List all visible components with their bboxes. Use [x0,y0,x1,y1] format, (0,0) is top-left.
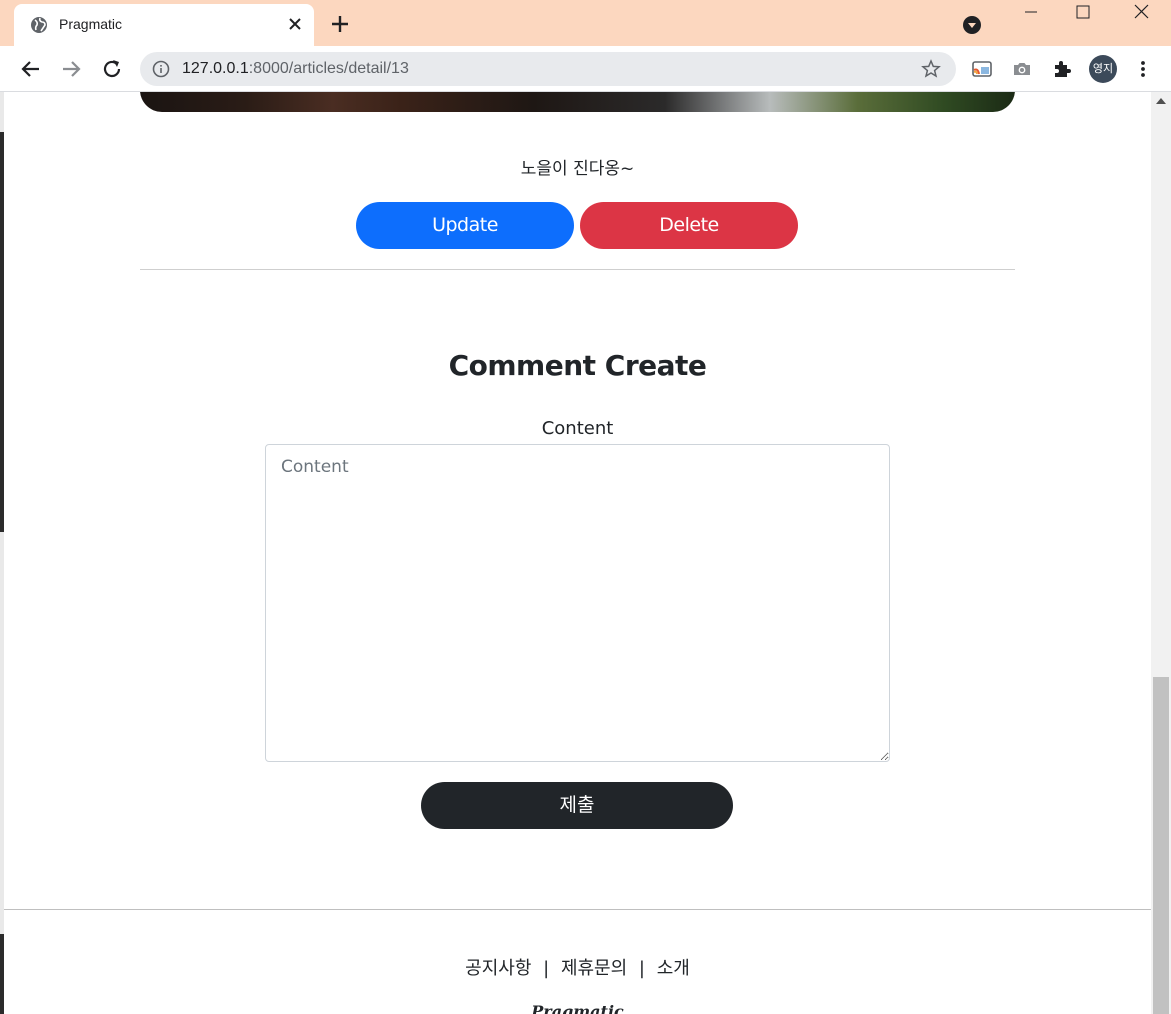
footer-link-notice[interactable]: 공지사항 [465,958,531,979]
delete-button[interactable]: Delete [580,202,798,249]
forward-arrow-icon[interactable] [58,56,84,82]
submit-button[interactable]: 제출 [421,782,733,829]
camera-icon[interactable] [1010,57,1034,81]
footer-link-partnership[interactable]: 제휴문의 [561,958,627,979]
reload-icon[interactable] [99,56,125,82]
scroll-up-arrow-icon[interactable] [1156,98,1166,104]
comment-content-textarea[interactable] [265,444,890,762]
address-bar[interactable]: 127.0.0.1:8000/articles/detail/13 [140,52,956,86]
window-close-icon[interactable] [1115,0,1167,30]
url-path: :8000/articles/detail/13 [248,60,409,77]
url-host: 127.0.0.1 [182,60,249,77]
update-button[interactable]: Update [356,202,574,249]
page-footer: 공지사항 | 제휴문의 | 소개 Pragmatic [4,909,1151,1014]
footer-links: 공지사항 | 제휴문의 | 소개 [4,954,1151,980]
profile-avatar[interactable]: 영지 [1089,55,1117,83]
article-content: 노을이 진다옹~ [520,159,635,179]
maximize-icon[interactable] [1057,0,1109,30]
close-tab-icon[interactable] [284,13,306,35]
browser-tab[interactable]: Pragmatic [14,4,314,46]
back-arrow-icon[interactable] [18,56,44,82]
scrollbar-thumb[interactable] [1153,677,1169,1014]
footer-brand-logo: Pragmatic [531,1002,624,1014]
site-info-icon[interactable] [152,60,170,78]
footer-separator: | [638,958,645,979]
tab-title: Pragmatic [59,16,123,32]
vertical-scrollbar[interactable] [1151,92,1171,1014]
new-tab-icon[interactable] [329,13,351,35]
article-image [140,92,1015,112]
comment-create-heading: Comment Create [448,349,707,382]
bookmark-star-icon[interactable] [921,59,941,79]
section-divider [140,269,1015,270]
page-viewport: 노을이 진다옹~ Update Delete Comment Create Co… [4,92,1151,1014]
url-text[interactable]: 127.0.0.1:8000/articles/detail/13 [182,60,409,78]
minimize-icon[interactable] [1005,0,1057,30]
extensions-puzzle-icon[interactable] [1050,57,1074,81]
browser-toolbar: 127.0.0.1:8000/articles/detail/13 영지 [0,46,1171,92]
tab-strip: Pragmatic [0,0,1171,46]
cast-icon[interactable] [970,57,994,81]
more-menu-icon[interactable] [1131,57,1155,81]
footer-link-about[interactable]: 소개 [657,958,690,979]
globe-icon [31,17,47,33]
footer-separator: | [543,958,550,979]
tab-search-icon[interactable] [961,14,983,36]
content-label: Content [541,418,614,439]
